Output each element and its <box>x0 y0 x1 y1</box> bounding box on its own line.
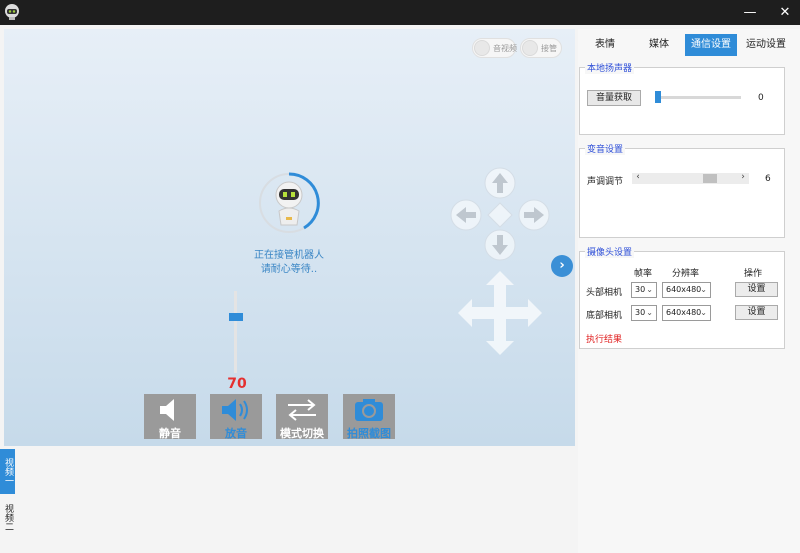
direction-pad <box>450 167 550 261</box>
resolution-header: 分辨率 <box>672 269 700 279</box>
tab-communication-settings[interactable]: 通信设置 <box>685 34 737 56</box>
swap-icon <box>288 399 316 421</box>
takeover-status: 正在接管机器人 请耐心等待.. <box>224 249 354 277</box>
close-button[interactable]: ✕ <box>770 0 800 25</box>
speaker-slider-thumb[interactable] <box>655 91 661 103</box>
speaker-mute-icon <box>160 399 174 421</box>
speaker-group-title: 本地扬声器 <box>585 61 635 74</box>
chevron-down-icon: ⌄ <box>700 308 707 317</box>
fps-value: 30 <box>635 285 646 294</box>
toggle-knob <box>522 40 538 56</box>
mode-switch-button[interactable]: 模式切换 <box>276 394 328 440</box>
mode-switch-label: 模式切换 <box>280 427 324 440</box>
toggle-knob <box>474 40 490 56</box>
status-line-2: 请耐心等待.. <box>260 264 318 275</box>
play-audio-button[interactable]: 放音 <box>210 394 262 440</box>
voice-change-group: 变音设置 声调调节 ‹ › 6 <box>579 142 785 238</box>
play-audio-label: 放音 <box>225 427 247 440</box>
head-camera-set-button[interactable]: 设置 <box>735 282 778 297</box>
center-button[interactable] <box>487 202 513 228</box>
head-camera-fps-select[interactable]: 30 ⌄ <box>631 282 657 298</box>
takeover-toggle[interactable]: 接管 <box>520 38 562 58</box>
head-camera-resolution-select[interactable]: 640x480 ⌄ <box>662 282 711 298</box>
tab-motion-settings[interactable]: 运动设置 <box>742 34 790 56</box>
bottom-camera-resolution-select[interactable]: 640x480 ⌄ <box>662 305 711 321</box>
get-volume-button[interactable]: 音量获取 <box>587 90 641 106</box>
tab-video-2[interactable]: 视频二 <box>0 500 15 535</box>
pitch-scroll-thumb[interactable] <box>703 174 717 183</box>
move-pad-icon[interactable] <box>450 269 550 359</box>
bottom-camera-label: 底部相机 <box>586 311 623 321</box>
video-view: 音视频 接管 正在接管机器人 请耐心等待.. › 70 静音 放音 模式切换 拍… <box>4 29 575 446</box>
chevron-down-icon: ⌄ <box>646 285 653 294</box>
pitch-value: 6 <box>765 174 771 184</box>
speaker-group: 本地扬声器 音量获取 0 <box>579 61 785 135</box>
av-toggle-label: 音视频 <box>493 44 517 53</box>
bottom-camera-fps-select[interactable]: 30 ⌄ <box>631 305 657 321</box>
robot-logo-icon <box>5 4 19 20</box>
scroll-left-icon[interactable]: ‹ <box>633 172 643 182</box>
tab-expression[interactable]: 表情 <box>586 34 624 56</box>
fps-header: 帧率 <box>634 269 653 279</box>
speaker-volume-value: 0 <box>758 93 764 103</box>
scroll-right-icon[interactable]: › <box>738 172 748 182</box>
next-arrow-button[interactable]: › <box>551 255 573 277</box>
bottom-camera-set-button[interactable]: 设置 <box>735 305 778 320</box>
head-camera-label: 头部相机 <box>586 288 623 298</box>
minimize-button[interactable]: — <box>735 0 765 25</box>
pitch-scrollbar[interactable]: ‹ › <box>632 172 749 184</box>
operation-header: 操作 <box>744 269 763 279</box>
chevron-down-icon: ⌄ <box>646 308 653 317</box>
fps-value: 30 <box>635 308 646 317</box>
robot-avatar-icon <box>259 172 320 233</box>
screenshot-button[interactable]: 拍照截图 <box>343 394 395 440</box>
pitch-label: 声调调节 <box>587 177 624 187</box>
mute-label: 静音 <box>159 427 181 440</box>
execution-result: 执行结果 <box>586 335 623 345</box>
camera-refresh-icon <box>355 399 383 421</box>
volume-slider[interactable] <box>234 291 237 373</box>
resolution-value: 640x480 <box>666 308 702 317</box>
tab-media[interactable]: 媒体 <box>640 34 678 56</box>
mute-button[interactable]: 静音 <box>144 394 196 440</box>
takeover-toggle-label: 接管 <box>541 44 557 53</box>
title-bar: — ✕ <box>0 0 800 25</box>
speaker-icon <box>222 399 248 421</box>
av-toggle[interactable]: 音视频 <box>472 38 517 58</box>
volume-value: 70 <box>227 376 247 392</box>
screenshot-label: 拍照截图 <box>347 427 391 440</box>
chevron-down-icon: ⌄ <box>700 285 707 294</box>
resolution-value: 640x480 <box>666 285 702 294</box>
volume-slider-thumb[interactable] <box>229 313 243 321</box>
status-line-1: 正在接管机器人 <box>254 250 324 261</box>
voice-group-title: 变音设置 <box>585 142 626 155</box>
tab-video-1[interactable]: 视频一 <box>0 449 15 494</box>
speaker-volume-slider[interactable] <box>655 96 741 99</box>
settings-panel: 表情 媒体 通信设置 运动设置 本地扬声器 音量获取 0 变音设置 声调调节 ‹… <box>578 29 800 553</box>
camera-group: 摄像头设置 帧率 分辨率 操作 头部相机 30 ⌄ 640x480 ⌄ 设置 底… <box>579 245 785 349</box>
camera-group-title: 摄像头设置 <box>585 245 635 258</box>
